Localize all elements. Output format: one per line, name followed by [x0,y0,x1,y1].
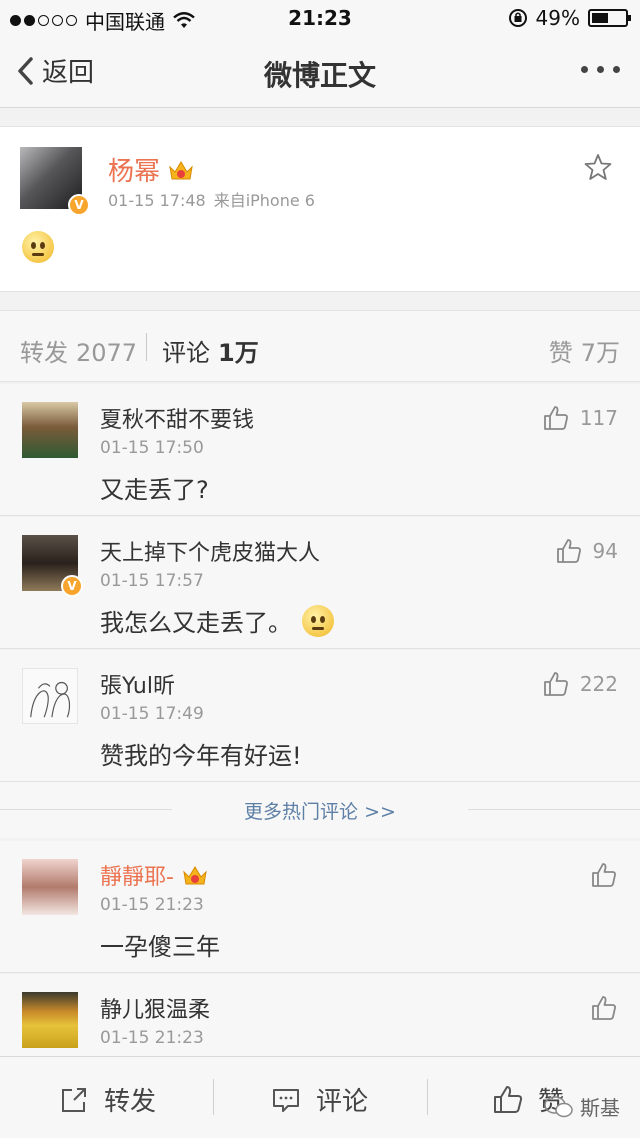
status-bar: 中国联通 21:23 49% [0,0,640,38]
comment-item: 静儿狠温柔 01-15 21:23 [0,974,640,1056]
thumbs-up-icon [556,539,581,563]
thumbs-up-icon [592,863,616,887]
page-title: 微博正文 [263,59,376,92]
comment-like-button[interactable] [590,861,618,889]
more-hot-comments-row: 更多热门评论 >> [0,782,640,838]
more-options-button[interactable] [581,66,620,73]
battery-percent: 49% [535,6,580,30]
thumbs-up-icon [592,996,616,1020]
commenter-name[interactable]: 天上掉下个虎皮猫大人 [100,535,320,567]
rotation-lock-icon [508,9,527,27]
more-dot [613,66,620,73]
member-crown-icon [183,866,207,885]
watermark-text: 斯基 [580,1096,620,1120]
tab-divider [146,333,147,361]
comment-item: V 天上掉下个虎皮猫大人 01-15 17:57 我怎么又走丢了。 94 [0,517,640,649]
commenter-name[interactable]: 静儿狠温柔 [100,992,210,1024]
verified-badge-icon: V [68,194,90,216]
comment-like-button[interactable] [590,994,618,1022]
comment-item: 靜靜耶- 01-15 21:23 一孕傻三年 [0,841,640,973]
thinking-emoji-icon [22,231,54,263]
repost-button[interactable]: 转发 [58,1081,156,1118]
tab-repost-label: 转发 [20,339,68,367]
more-dot [597,66,604,73]
sketch-couple-icon [30,681,71,718]
comment-like-button[interactable]: 94 [555,537,618,565]
watermark: 斯基 [544,1092,620,1121]
comment-bubble-icon [273,1088,299,1112]
comment-text: 我怎么又走丢了。 [100,603,334,638]
member-crown-icon [169,160,193,179]
comment-button[interactable]: 评论 [270,1081,368,1118]
comment-label: 评论 [316,1087,369,1117]
commenter-name-row: 靜靜耶- [100,859,208,891]
like-count: 222 [579,672,618,696]
repost-label: 转发 [104,1087,157,1117]
commenter-name[interactable]: 張Yul昕 [100,668,175,700]
status-right: 49% [508,6,631,30]
post-source: 来自iPhone 6 [213,191,315,210]
comment-time: 01-15 21:23 [100,895,204,915]
toolbar-divider [213,1079,214,1115]
post-meta: 01-15 17:48 来自iPhone 6 [108,187,315,211]
comment-text-content: 赞我的今年有好运! [100,742,302,770]
navigation-bar: 返回 微博正文 [0,38,640,108]
tab-like[interactable]: 赞 7万 [549,333,620,368]
comment-like-button[interactable]: 117 [542,404,618,432]
post-tabs: 转发 2077 评论 1万 赞 7万 [0,310,640,382]
wechat-logo-icon [544,1095,573,1117]
comment-time: 01-15 21:23 [100,1028,204,1048]
commenter-avatar[interactable] [22,859,78,915]
commenter-avatar[interactable] [22,992,78,1048]
like-count: 94 [592,539,618,563]
tab-like-label: 赞 [548,339,573,367]
commenter-avatar[interactable] [22,402,78,458]
thumbs-up-icon [543,406,568,430]
comment-text-content: 我怎么又走丢了。 [100,609,292,637]
tab-repost-count: 2077 [76,339,138,367]
share-icon [62,1087,86,1112]
comment-text: 又走丢了? [100,470,209,505]
commenter-avatar[interactable] [22,668,78,724]
thinking-emoji-icon [302,604,334,637]
favorite-star-icon[interactable] [584,153,612,181]
like-count: 117 [579,406,618,430]
verified-badge-icon: V [61,575,83,597]
tab-comment-label: 评论 [162,339,210,367]
more-hot-comments-link[interactable]: 更多热门评论 >> [0,797,640,824]
tab-comment-count: 1万 [218,339,259,367]
more-dot [581,66,588,73]
comment-time: 01-15 17:50 [100,438,204,458]
commenter-name[interactable]: 夏秋不甜不要钱 [100,402,254,434]
toolbar-divider [427,1079,428,1115]
thumbs-up-icon [494,1085,523,1113]
tab-comment[interactable]: 评论 1万 [162,333,259,368]
comment-item: 夏秋不甜不要钱 01-15 17:50 又走丢了? 117 [0,384,640,516]
comment-item: 張Yul昕 01-15 17:49 赞我的今年有好运! 222 [0,650,640,782]
battery-icon [588,9,631,27]
comment-time: 01-15 17:49 [100,704,204,724]
comment-text-content: 又走丢了? [100,476,209,504]
comment-text: 赞我的今年有好运! [100,736,302,771]
commenter-name[interactable]: 靜靜耶- [100,859,174,891]
author-name[interactable]: 杨幂 [108,151,160,188]
comment-like-button[interactable]: 222 [542,670,618,698]
post-time: 01-15 17:48 [108,191,206,210]
tab-repost[interactable]: 转发 2077 [20,333,137,368]
thumbs-up-icon [543,672,568,696]
tab-like-count: 7万 [580,339,620,367]
comment-text-content: 一孕傻三年 [100,933,220,961]
comment-text: 一孕傻三年 [100,927,220,962]
author-name-row: 杨幂 [108,151,194,188]
post-content [22,231,54,267]
comment-time: 01-15 17:57 [100,571,204,591]
post-card: 杨幂 01-15 17:48 来自iPhone 6 [0,126,640,292]
divider-line [468,809,640,810]
